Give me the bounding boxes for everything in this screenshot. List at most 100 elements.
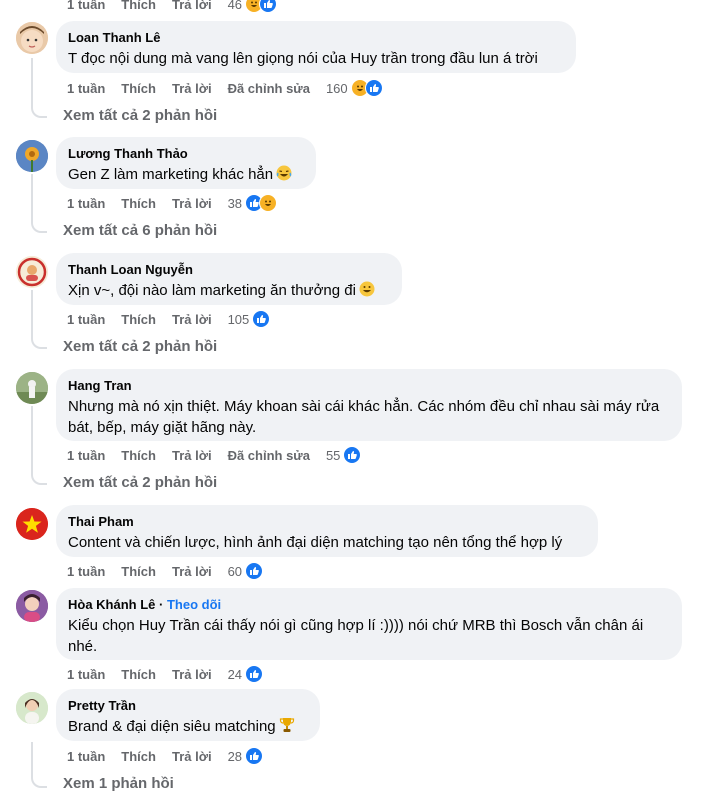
comment-text: Brand & đại diện siêu matching <box>68 718 276 735</box>
thread-line <box>31 406 33 465</box>
comment-bubble: Pretty Trần Brand & đại diện siêu matchi… <box>56 689 320 741</box>
thread-line <box>31 174 33 213</box>
like-button[interactable]: Thích <box>121 312 156 327</box>
reaction-count[interactable]: 60 <box>228 564 242 579</box>
thread-connector <box>31 327 47 349</box>
comment-meta: 1 tuần Thích Trả lời 24 <box>67 665 264 683</box>
reaction-count[interactable]: 105 <box>228 312 250 327</box>
timestamp[interactable]: 1 tuần <box>67 564 105 579</box>
comment-text-row: Brand & đại diện siêu matching <box>68 716 308 739</box>
comment-author[interactable]: Hòa Khánh Lê <box>68 597 155 612</box>
comment-text-row: Gen Z làm marketing khác hẳn <box>68 164 304 187</box>
reply-button[interactable]: Trả lời <box>172 312 212 327</box>
like-icon <box>245 665 264 683</box>
comment-author[interactable]: Pretty Trần <box>68 697 308 714</box>
follow-button[interactable]: Theo dõi <box>167 597 221 612</box>
avatar[interactable] <box>16 372 48 404</box>
avatar[interactable] <box>16 140 48 172</box>
timestamp[interactable]: 1 tuần <box>67 448 105 463</box>
like-icon <box>245 747 264 765</box>
like-icon <box>343 446 362 464</box>
comment-meta: 1 tuần Thích Trả lời 60 <box>67 562 264 580</box>
edited-label: Đã chỉnh sửa <box>227 447 310 463</box>
comment-meta: 1 tuần Thích Trả lời 105 <box>67 310 271 328</box>
like-button[interactable]: Thích <box>121 0 156 12</box>
comment-bubble: Thai Pham Content và chiến lược, hình ản… <box>56 505 598 557</box>
reply-button[interactable]: Trả lời <box>172 0 212 12</box>
reply-button[interactable]: Trả lời <box>172 196 212 211</box>
reaction-count[interactable]: 28 <box>228 749 242 764</box>
timestamp[interactable]: 1 tuần <box>67 0 105 12</box>
like-button[interactable]: Thích <box>121 448 156 463</box>
timestamp[interactable]: 1 tuần <box>67 667 105 682</box>
comment-meta: 1 tuần Thích Trả lời Đã chỉnh sửa 160 <box>67 79 383 97</box>
view-replies-link[interactable]: Xem 1 phản hồi <box>63 775 174 792</box>
reply-button[interactable]: Trả lời <box>172 667 212 682</box>
haha-icon <box>259 194 278 212</box>
comment-author[interactable]: Thai Pham <box>68 513 586 530</box>
timestamp[interactable]: 1 tuần <box>67 196 105 211</box>
view-replies-link[interactable]: Xem tất cả 6 phản hồi <box>63 222 217 239</box>
reply-button[interactable]: Trả lời <box>172 81 212 96</box>
comment-meta: 1 tuần Thích Trả lời 46 <box>67 0 278 13</box>
comment-bubble: Loan Thanh Lê T đọc nội dung mà vang lên… <box>56 21 576 73</box>
reply-button[interactable]: Trả lời <box>172 564 212 579</box>
view-replies-link[interactable]: Xem tất cả 2 phản hồi <box>63 474 217 491</box>
like-icon <box>252 310 271 328</box>
reaction-count[interactable]: 24 <box>228 667 242 682</box>
comment-bubble: Lương Thanh Thảo Gen Z làm marketing khá… <box>56 137 316 189</box>
like-button[interactable]: Thích <box>121 749 156 764</box>
like-icon <box>364 79 383 97</box>
comment-text: Kiểu chọn Huy Trần cái thấy nói gì cũng … <box>68 617 644 655</box>
comment-bubble: Hang Tran Nhưng mà nó xịn thiệt. Máy kho… <box>56 369 682 441</box>
like-button[interactable]: Thích <box>121 667 156 682</box>
comment-meta: 1 tuần Thích Trả lời 38 <box>67 194 278 212</box>
comment-author[interactable]: Lương Thanh Thảo <box>68 145 304 162</box>
avatar[interactable] <box>16 590 48 622</box>
reply-button[interactable]: Trả lời <box>172 448 212 463</box>
avatar[interactable] <box>16 508 48 540</box>
view-replies-link[interactable]: Xem tất cả 2 phản hồi <box>63 338 217 355</box>
comment-meta: 1 tuần Thích Trả lời Đã chỉnh sửa 55 <box>67 446 362 464</box>
edited-label: Đã chỉnh sửa <box>227 80 310 96</box>
laughing-tears-emoji <box>276 165 292 187</box>
comment-text: Xịn v~, đội nào làm marketing ăn thưởng … <box>68 282 356 299</box>
comment-meta: 1 tuần Thích Trả lời 28 <box>67 747 264 765</box>
reaction-count[interactable]: 46 <box>228 0 242 12</box>
comment-bubble: Hòa Khánh Lê · Theo dõi Kiểu chọn Huy Tr… <box>56 588 682 660</box>
like-icon <box>259 0 278 13</box>
view-replies-link[interactable]: Xem tất cả 2 phản hồi <box>63 107 217 124</box>
comment-text: Nhưng mà nó xịn thiệt. Máy khoan sài cái… <box>68 398 660 436</box>
comment-author-row: Hòa Khánh Lê · Theo dõi <box>68 597 222 612</box>
thread-line <box>31 58 33 98</box>
like-button[interactable]: Thích <box>121 81 156 96</box>
like-icon <box>245 562 264 580</box>
reaction-count[interactable]: 55 <box>326 448 340 463</box>
timestamp[interactable]: 1 tuần <box>67 312 105 327</box>
comment-author[interactable]: Hang Tran <box>68 377 670 394</box>
thread-line <box>31 290 33 329</box>
avatar[interactable] <box>16 692 48 724</box>
reaction-count[interactable]: 38 <box>228 196 242 211</box>
thread-connector <box>31 742 47 788</box>
comment-text: T đọc nội dung mà vang lên giọng nói của… <box>68 50 538 67</box>
thread-connector <box>31 211 47 233</box>
avatar[interactable] <box>16 256 48 288</box>
grinning-emoji <box>359 281 375 303</box>
comment-author[interactable]: Thanh Loan Nguyễn <box>68 261 390 278</box>
trophy-emoji <box>279 717 295 739</box>
like-button[interactable]: Thích <box>121 196 156 211</box>
comment-text-row: Xịn v~, đội nào làm marketing ăn thưởng … <box>68 280 390 303</box>
timestamp[interactable]: 1 tuần <box>67 749 105 764</box>
comment-text: Gen Z làm marketing khác hẳn <box>68 166 274 183</box>
timestamp[interactable]: 1 tuần <box>67 81 105 96</box>
comment-author[interactable]: Loan Thanh Lê <box>68 29 564 46</box>
avatar[interactable] <box>16 22 48 54</box>
comment-text: Content và chiến lược, hình ảnh đại diện… <box>68 534 563 551</box>
comment-bubble: Thanh Loan Nguyễn Xịn v~, đội nào làm ma… <box>56 253 402 305</box>
thread-connector <box>31 463 47 485</box>
like-button[interactable]: Thích <box>121 564 156 579</box>
reaction-count[interactable]: 160 <box>326 81 348 96</box>
thread-connector <box>31 96 47 118</box>
reply-button[interactable]: Trả lời <box>172 749 212 764</box>
